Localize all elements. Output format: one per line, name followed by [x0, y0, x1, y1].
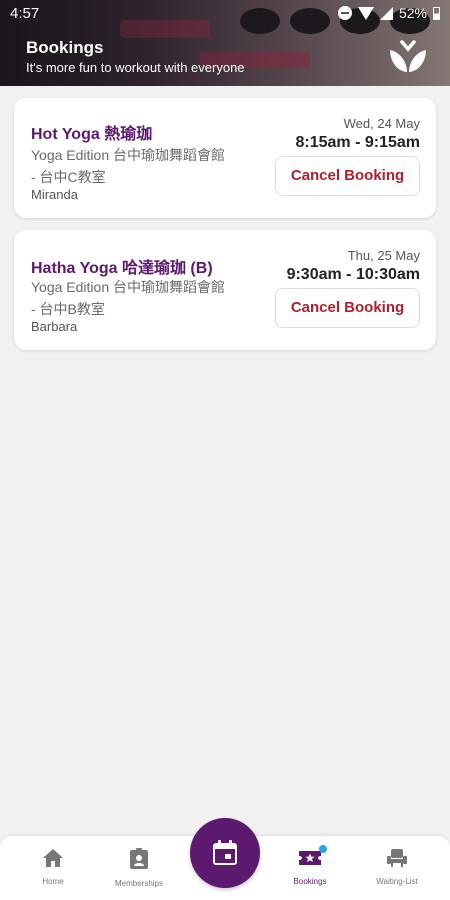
class-name: Hot Yoga 熱瑜珈 — [31, 126, 153, 143]
notification-dot — [319, 845, 327, 853]
nav-label: Waiting-List — [376, 877, 418, 886]
seat-icon — [387, 849, 407, 867]
nav-label: Bookings — [293, 877, 327, 886]
cancel-booking-button[interactable]: Cancel Booking — [275, 156, 420, 196]
cancel-booking-button[interactable]: Cancel Booking — [275, 288, 420, 328]
class-name: Hatha Yoga 哈達瑜珈 (B) — [31, 260, 213, 277]
header-banner: 4:57 52% Bookings It's more fun to worko… — [0, 0, 450, 86]
brand-logo-icon — [390, 40, 426, 72]
do-not-disturb-icon — [337, 6, 352, 20]
booking-date: Thu, 25 May — [347, 248, 420, 263]
studio-room: - 台中B教室 — [31, 301, 105, 317]
booking-card: Hatha Yoga 哈達瑜珈 (B) Yoga Edition 台中瑜珈舞蹈會… — [14, 230, 436, 350]
home-icon — [43, 849, 63, 867]
nav-bookings[interactable]: Bookings — [265, 845, 355, 886]
nav-memberships[interactable]: Memberships — [94, 848, 184, 888]
nav-label: Memberships — [114, 879, 163, 888]
nav-home[interactable]: Home — [8, 848, 98, 886]
studio-name: Yoga Edition 台中瑜珈舞蹈會館 - 台中C教室 — [31, 144, 251, 188]
calendar-icon — [213, 840, 237, 865]
studio-room: - 台中C教室 — [31, 169, 106, 185]
battery-percent: 52% — [398, 5, 427, 21]
studio-line: Yoga Edition 台中瑜珈舞蹈會館 — [31, 279, 225, 295]
coach-name: Barbara — [31, 319, 78, 334]
page-subtitle: It's more fun to workout with everyone — [26, 60, 245, 75]
studio-line: Yoga Edition 台中瑜珈舞蹈會館 — [31, 147, 225, 163]
status-icons: 52% — [337, 5, 440, 21]
booking-time: 9:30am - 10:30am — [286, 266, 420, 283]
battery-icon — [433, 6, 440, 20]
nav-waiting-list[interactable]: Waiting-List — [352, 848, 442, 886]
ticket-star-icon — [299, 851, 321, 865]
status-bar: 4:57 52% — [0, 0, 450, 28]
signal-icon — [379, 6, 393, 20]
booking-card: Hot Yoga 熱瑜珈 Yoga Edition 台中瑜珈舞蹈會館 - 台中C… — [14, 98, 436, 218]
bookings-icon-wrap — [298, 845, 327, 873]
status-time: 4:57 — [10, 5, 40, 22]
studio-name: Yoga Edition 台中瑜珈舞蹈會館 - 台中B教室 — [31, 276, 251, 320]
wifi-icon — [357, 6, 374, 20]
coach-name: Miranda — [31, 187, 78, 202]
booking-time: 8:15am - 9:15am — [295, 134, 420, 151]
page-title: Bookings — [26, 38, 104, 57]
schedule-fab-button[interactable] — [190, 818, 260, 888]
booking-date: Wed, 24 May — [343, 116, 420, 131]
nav-label: Home — [42, 877, 64, 886]
membership-card-icon — [130, 848, 148, 869]
